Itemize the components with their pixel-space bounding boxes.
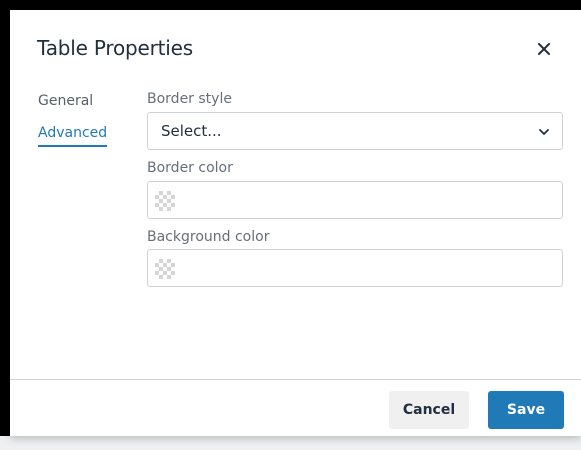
transparent-swatch-icon[interactable] bbox=[155, 259, 175, 279]
border-style-select[interactable]: Select... bbox=[147, 112, 563, 150]
table-properties-dialog: Table Properties General Advanced Border… bbox=[10, 10, 581, 436]
chevron-down-icon bbox=[539, 129, 549, 135]
border-color-field[interactable] bbox=[147, 181, 563, 219]
background-color-label: Background color bbox=[147, 229, 270, 245]
tab-advanced[interactable]: Advanced bbox=[38, 124, 108, 147]
tab-general[interactable]: General bbox=[38, 92, 93, 110]
background-color-field[interactable] bbox=[147, 249, 563, 287]
dialog-title: Table Properties bbox=[37, 36, 193, 60]
border-style-label: Border style bbox=[147, 91, 232, 107]
border-color-label: Border color bbox=[147, 160, 233, 176]
close-icon bbox=[538, 43, 550, 55]
footer-divider bbox=[10, 379, 581, 380]
border-style-selected-value: Select... bbox=[161, 122, 222, 140]
backdrop-strip bbox=[0, 436, 581, 450]
transparent-swatch-icon[interactable] bbox=[155, 191, 175, 211]
close-button[interactable] bbox=[532, 37, 556, 61]
cancel-button[interactable]: Cancel bbox=[389, 391, 469, 429]
save-button[interactable]: Save bbox=[488, 391, 564, 429]
